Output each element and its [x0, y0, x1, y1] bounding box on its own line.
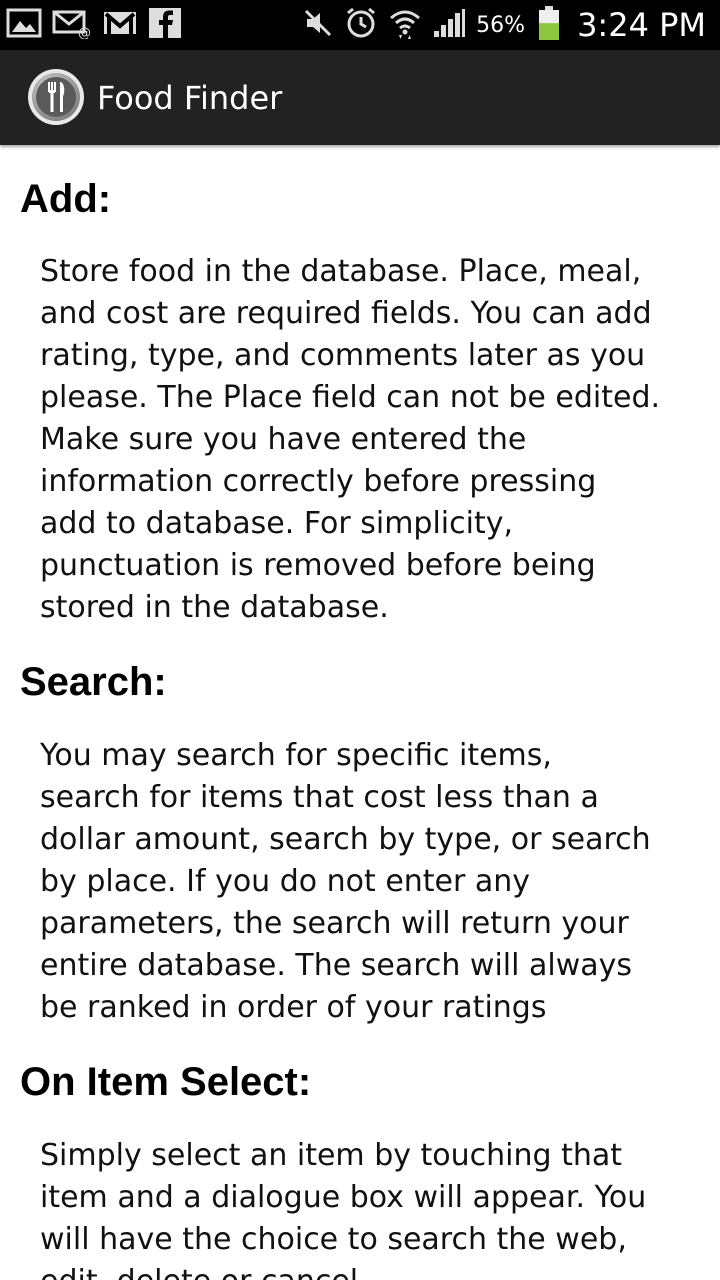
text-line: edit, delete or cancel.	[40, 1261, 708, 1280]
text-line: stored in the database.	[40, 590, 389, 625]
text-line: Simply select an item by touching that	[40, 1138, 623, 1173]
section-body-item-select: Simply select an item by touching that i…	[40, 1135, 708, 1280]
notification-icons: @	[6, 8, 182, 42]
gmail-icon	[102, 7, 138, 43]
text-line: be ranked in order of your ratings	[40, 990, 547, 1025]
text-line: add to database. For simplicity,	[40, 506, 514, 541]
section-heading-search: Search:	[20, 660, 167, 704]
battery-icon	[537, 5, 561, 45]
email-icon: @	[52, 7, 92, 43]
action-bar: Food Finder	[0, 50, 720, 145]
text-line: You may search for specific items,	[40, 738, 552, 773]
fork-knife-icon[interactable]	[27, 68, 85, 126]
section-heading-add: Add:	[20, 177, 112, 221]
section-heading-item-select: On Item Select:	[20, 1060, 312, 1104]
text-line: and cost are required fields. You can ad…	[40, 296, 652, 331]
text-line: item and a dialogue box will appear. You	[40, 1180, 647, 1215]
text-line: punctuation is removed before being	[40, 548, 596, 583]
status-bar: @ 56% 3:24 PM	[0, 0, 720, 50]
mute-icon	[302, 7, 334, 43]
signal-icon	[432, 7, 466, 43]
text-line: will have the choice to search the web,	[40, 1222, 627, 1257]
text-line: Make sure you have entered the	[40, 422, 527, 457]
system-icons: 56% 3:24 PM	[302, 0, 706, 50]
app-title: Food Finder	[97, 79, 283, 117]
battery-percent: 56%	[476, 12, 526, 38]
text-line: entire database. The search will always	[40, 948, 633, 983]
text-line: by place. If you do not enter any	[40, 864, 531, 899]
svg-text:@: @	[78, 26, 91, 39]
alarm-icon	[344, 6, 378, 44]
wifi-icon	[388, 6, 422, 44]
clock: 3:24 PM	[577, 6, 706, 44]
text-line: dollar amount, search by type, or search	[40, 822, 651, 857]
text-line: parameters, the search will return your	[40, 906, 629, 941]
text-line: Store food in the database. Place, meal,	[40, 254, 642, 289]
text-line: rating, type, and comments later as you	[40, 338, 646, 373]
gallery-icon	[6, 7, 42, 43]
text-line: information correctly before pressing	[40, 464, 597, 499]
text-line: search for items that cost less than a	[40, 780, 599, 815]
facebook-icon	[148, 7, 182, 43]
section-body-add: Store food in the database. Place, meal,…	[40, 251, 708, 629]
help-content[interactable]: Add: Store food in the database. Place, …	[0, 145, 720, 1280]
text-line: please. The Place field can not be edite…	[40, 380, 661, 415]
section-body-search: You may search for specific items, searc…	[40, 735, 708, 1029]
